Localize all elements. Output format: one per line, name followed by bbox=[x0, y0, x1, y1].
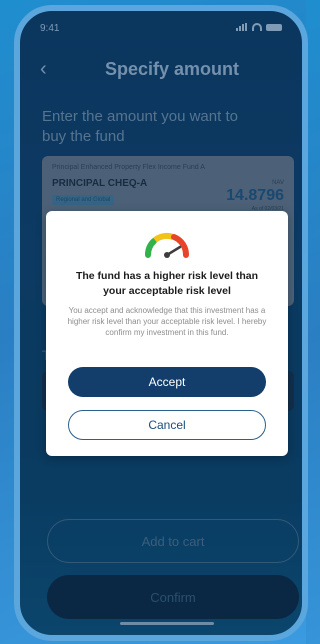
dialog-title: The fund has a higher risk level than yo… bbox=[75, 270, 259, 297]
risk-gauge-icon bbox=[144, 232, 189, 258]
accept-button[interactable]: Accept bbox=[68, 367, 266, 397]
risk-warning-dialog: The fund has a higher risk level than yo… bbox=[46, 211, 288, 456]
dialog-message: You accept and acknowledge that this inv… bbox=[67, 306, 267, 337]
cancel-button[interactable]: Cancel bbox=[68, 410, 266, 440]
